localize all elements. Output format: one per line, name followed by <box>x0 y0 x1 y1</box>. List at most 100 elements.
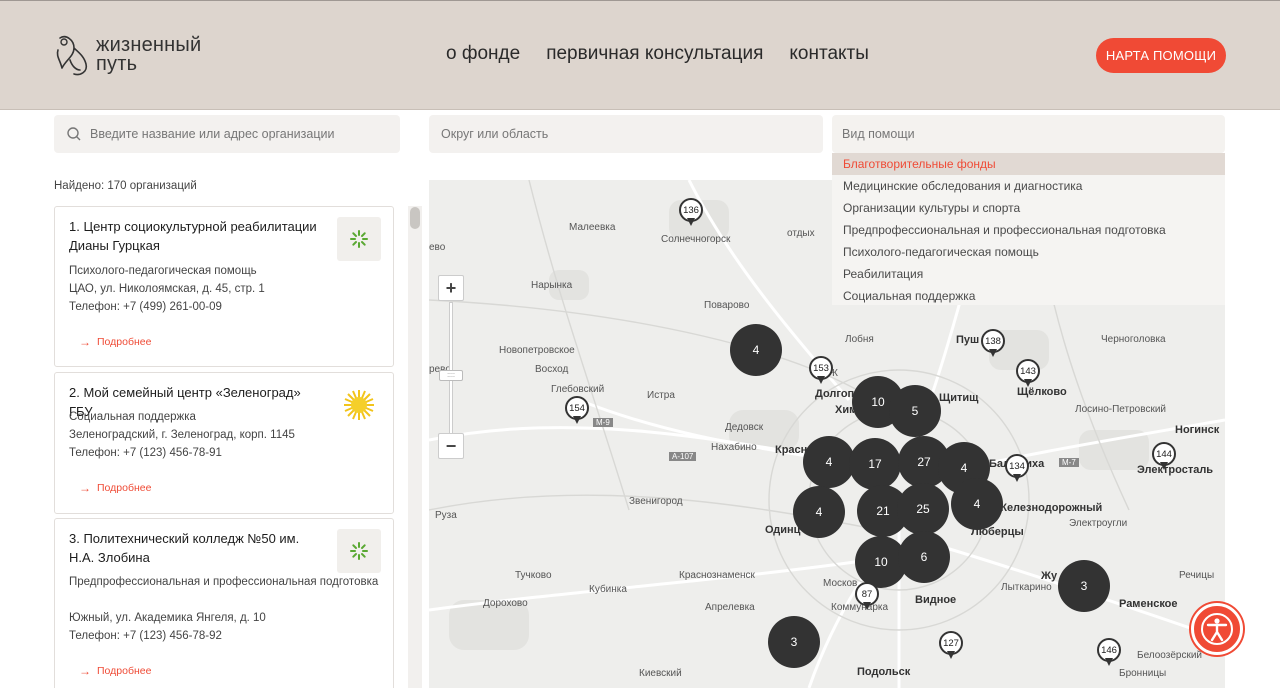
help-type-placeholder: Вид помощи <box>842 127 915 141</box>
org-address: Южный, ул. Академика Янгеля, д. 10 <box>69 612 266 624</box>
accessibility-icon <box>1201 613 1233 645</box>
org-title: 3. Политехнический колледж №50 им. Н.А. … <box>69 531 300 565</box>
map-pin[interactable]: 146 <box>1097 638 1121 668</box>
org-address: ЦАО, ул. Николоямская, д. 45, стр. 1 <box>69 283 265 295</box>
map-label: Жу <box>1041 570 1058 582</box>
map-label: Дедовск <box>725 422 764 433</box>
map-cluster[interactable]: 25 <box>897 483 949 535</box>
map-cluster[interactable]: 4 <box>803 436 855 488</box>
nav-contacts[interactable]: контакты <box>789 43 869 65</box>
map-pin-tip <box>1013 474 1021 482</box>
dropdown-option[interactable]: Социальная поддержка <box>832 285 1225 307</box>
map-pin[interactable]: 154 <box>565 396 589 426</box>
org-card[interactable]: 3. Политехнический колледж №50 им. Н.А. … <box>54 518 394 688</box>
map-cluster[interactable]: 3 <box>768 616 820 668</box>
dropdown-option[interactable]: Предпрофессиональная и профессиональная … <box>832 219 1225 241</box>
map-cluster[interactable]: 4 <box>793 486 845 538</box>
map-cluster[interactable]: 5 <box>889 385 941 437</box>
zoom-slider-handle[interactable]: :::: <box>439 370 463 381</box>
map-label: Москов <box>823 578 858 589</box>
map-label: Подольск <box>857 666 911 678</box>
map-label: Дорохово <box>483 598 528 609</box>
map-label: Поварово <box>704 300 750 311</box>
organization-list: 1. Центр социокультурной реабилитации Ди… <box>54 206 394 688</box>
map-label: Бронницы <box>1119 668 1167 679</box>
map-cluster[interactable]: 3 <box>1058 560 1110 612</box>
map-cluster[interactable]: 4 <box>730 324 782 376</box>
map-pin[interactable]: 134 <box>1005 454 1029 484</box>
org-category: Социальная поддержка <box>69 411 196 423</box>
dropdown-option[interactable]: Реабилитация <box>832 263 1225 285</box>
org-logo-flower-icon <box>350 230 368 248</box>
map-pin[interactable]: 136 <box>679 198 703 228</box>
org-title: 1. Центр социокультурной реабилитации Ди… <box>69 219 317 253</box>
org-phone: Телефон: +7 (123) 456-78-91 <box>69 447 222 459</box>
map-label: Черноголовка <box>1101 334 1166 345</box>
arrow-right-icon: → <box>79 335 91 349</box>
map-pin-tip <box>863 602 871 610</box>
arrow-right-icon: → <box>79 664 91 678</box>
map-label: Тучково <box>515 570 552 581</box>
list-scrollbar[interactable] <box>408 206 422 688</box>
more-link[interactable]: → Подробнее <box>79 335 151 349</box>
arrow-right-icon: → <box>79 481 91 495</box>
zoom-out-button[interactable]: − <box>438 433 464 459</box>
map-label: Киевский <box>639 668 682 679</box>
map-cluster[interactable]: 6 <box>898 531 950 583</box>
nav-about[interactable]: о фонде <box>446 43 520 65</box>
more-link[interactable]: → Подробнее <box>79 664 151 678</box>
map-label: Истра <box>647 390 675 401</box>
map-label: Лобня <box>845 334 874 345</box>
map-pin[interactable]: 153 <box>809 356 833 386</box>
search-input[interactable]: Введите название или адрес организации <box>54 115 400 153</box>
list-scrollbar-thumb[interactable] <box>410 207 420 229</box>
map-pin[interactable]: 87 <box>855 582 879 612</box>
dropdown-option[interactable]: Психолого-педагогическая помощь <box>832 241 1225 263</box>
map-label: Звенигород <box>629 496 683 507</box>
map-label: Одинц <box>765 524 801 536</box>
more-link-label: Подробнее <box>97 336 152 348</box>
help-type-select[interactable]: Вид помощи <box>832 115 1225 153</box>
more-link-label: Подробнее <box>97 665 152 677</box>
org-card[interactable]: 2. Мой семейный центр «Зеленоград» ГБУ С… <box>54 372 394 514</box>
more-link[interactable]: → Подробнее <box>79 481 151 495</box>
dropdown-option[interactable]: Медицинские обследования и диагностика <box>832 175 1225 197</box>
highway-label: A-107 <box>669 452 697 461</box>
logo-line2: путь <box>96 53 138 75</box>
dropdown-option[interactable]: Организации культуры и спорта <box>832 197 1225 219</box>
map-pin[interactable]: 138 <box>981 329 1005 359</box>
region-select[interactable]: Округ или область <box>429 115 823 153</box>
map-label: Руза <box>435 510 457 521</box>
map-pin[interactable]: 143 <box>1016 359 1040 389</box>
region-placeholder: Округ или область <box>441 127 549 141</box>
search-placeholder: Введите название или адрес организации <box>90 127 335 141</box>
org-logo <box>337 529 381 573</box>
results-count: Найдено: 170 организаций <box>54 180 197 192</box>
map-pin[interactable]: 127 <box>939 631 963 661</box>
map-label: Восход <box>535 364 569 375</box>
map-label: Щитищ <box>939 392 979 404</box>
zoom-in-button[interactable]: + <box>438 275 464 301</box>
map-pin-tip <box>1160 462 1168 470</box>
map-cluster[interactable]: 17 <box>849 438 901 490</box>
org-card[interactable]: 1. Центр социокультурной реабилитации Ди… <box>54 206 394 367</box>
org-phone: Телефон: +7 (499) 261-00-09 <box>69 301 222 313</box>
org-category: Психолого-педагогическая помощь <box>69 265 257 277</box>
map-label: Ногинск <box>1175 424 1220 436</box>
map-label: Железнодорожный <box>997 502 1103 514</box>
org-logo-sun-icon <box>344 390 374 420</box>
map-pin-tip <box>687 218 695 226</box>
map-label: Апрелевка <box>705 602 755 613</box>
map-cluster[interactable]: 4 <box>951 478 1003 530</box>
dropdown-option[interactable]: Благотворительные фонды <box>832 153 1225 175</box>
map-label: Красн <box>775 444 808 456</box>
accessibility-button[interactable] <box>1191 603 1243 655</box>
logo[interactable]: жизненный путь <box>52 29 232 81</box>
map-pin-tip <box>947 651 955 659</box>
map-label: Лосино-Петровский <box>1075 404 1166 415</box>
help-map-button[interactable]: НАРТА ПОМОЩИ <box>1096 38 1226 73</box>
map-pin[interactable]: 144 <box>1152 442 1176 472</box>
nav-consultation[interactable]: первичная консультация <box>546 43 763 65</box>
map-pin-tip <box>989 349 997 357</box>
map-label: Видное <box>915 594 957 606</box>
